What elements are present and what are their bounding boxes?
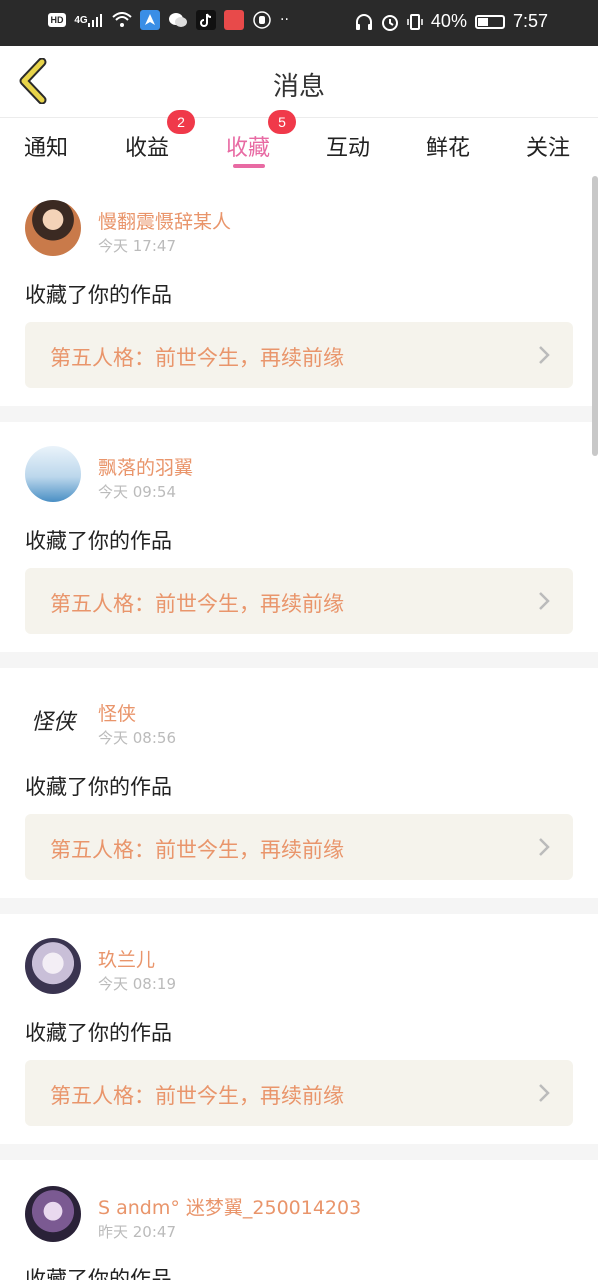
message-card: 飘落的羽翼 今天 09:54 收藏了你的作品 第五人格：前世今生，再续前缘 (0, 422, 598, 652)
username-link[interactable]: 玖兰儿 (98, 945, 155, 972)
chevron-right-icon (539, 1084, 550, 1102)
unread-badge: 2 (167, 110, 196, 134)
hd-icon: HD (48, 13, 66, 27)
tab-label: 通知 (24, 136, 69, 161)
avatar[interactable] (25, 200, 81, 256)
tab-flowers[interactable]: 鲜花 (426, 130, 470, 162)
alarm-icon (381, 14, 398, 31)
action-text: 收藏了你的作品 (25, 529, 172, 553)
tab-label: 互动 (326, 136, 371, 161)
browser-icon (140, 10, 160, 30)
message-card: 玖兰儿 今天 08:19 收藏了你的作品 第五人格：前世今生，再续前缘 (0, 914, 598, 1144)
wifi-icon (112, 10, 132, 30)
network-type: 4G (74, 14, 88, 26)
status-right: 40% 7:57 (355, 11, 548, 32)
avatar[interactable] (25, 938, 81, 994)
work-title: 第五人格：前世今生，再续前缘 (50, 838, 344, 862)
hand-icon (252, 10, 272, 30)
battery-icon (474, 14, 505, 29)
action-text: 收藏了你的作品 (25, 1267, 172, 1280)
tab-label: 收藏 (226, 136, 271, 161)
clock: 7:57 (512, 11, 548, 31)
avatar-calligraphy: 怪侠 (30, 710, 75, 735)
card-divider (0, 406, 598, 422)
avatar[interactable]: 怪侠 (25, 692, 81, 748)
tab-bar: 通知 收益 2 收藏 5 互动 鲜花 关注 (0, 110, 598, 174)
wechat-icon (168, 10, 188, 30)
work-title: 第五人格：前世今生，再续前缘 (50, 346, 344, 370)
username-link[interactable]: 慢翻震慑辞某人 (98, 207, 231, 234)
status-bar: HD 4G ·· 40% 7:57 (0, 0, 598, 46)
work-title: 第五人格：前世今生，再续前缘 (50, 1084, 344, 1108)
message-card: 慢翻震慑辞某人 今天 17:47 收藏了你的作品 第五人格：前世今生，再续前缘 (0, 176, 598, 406)
timestamp: 今天 08:19 (98, 975, 176, 993)
action-text: 收藏了你的作品 (25, 283, 172, 307)
unread-badge: 5 (268, 110, 297, 134)
avatar[interactable] (25, 1186, 81, 1242)
tab-label: 关注 (526, 136, 571, 161)
work-link[interactable]: 第五人格：前世今生，再续前缘 (25, 322, 573, 388)
scrollbar[interactable] (592, 176, 598, 456)
headphone-icon (355, 13, 372, 30)
avatar[interactable] (25, 446, 81, 502)
work-link[interactable]: 第五人格：前世今生，再续前缘 (25, 568, 573, 634)
card-divider (0, 652, 598, 668)
action-text: 收藏了你的作品 (25, 775, 172, 799)
page-title: 消息 (272, 72, 325, 102)
timestamp: 今天 08:56 (98, 729, 176, 747)
tab-label: 收益 (125, 136, 170, 161)
message-card: 怪侠 怪侠 今天 08:56 收藏了你的作品 第五人格：前世今生，再续前缘 (0, 668, 598, 898)
timestamp: 今天 09:54 (98, 483, 176, 501)
work-link[interactable]: 第五人格：前世今生，再续前缘 (25, 1060, 573, 1126)
vibrate-icon (407, 13, 423, 30)
card-divider (0, 898, 598, 914)
chevron-right-icon (539, 592, 550, 610)
tab-interactions[interactable]: 互动 (326, 130, 370, 162)
battery-level (477, 17, 489, 26)
username-link[interactable]: 怪侠 (98, 699, 136, 726)
tab-label: 鲜花 (426, 136, 471, 161)
action-text: 收藏了你的作品 (25, 1021, 172, 1045)
more-dots-icon: ·· (280, 12, 289, 28)
chevron-right-icon (539, 838, 550, 856)
app-red-icon (224, 10, 244, 30)
chevron-right-icon (539, 346, 550, 364)
work-title: 第五人格：前世今生，再续前缘 (50, 592, 344, 616)
battery-percent: 40% (430, 11, 467, 31)
timestamp: 今天 17:47 (98, 237, 176, 255)
status-left: HD 4G ·· (48, 10, 289, 30)
message-card: S andm° 迷梦翼_250014203 昨天 20:47 收藏了你的作品 (0, 1160, 598, 1280)
app-header: 消息 (0, 46, 598, 118)
username-link[interactable]: S andm° 迷梦翼_250014203 (98, 1193, 361, 1220)
username-link[interactable]: 飘落的羽翼 (98, 453, 193, 480)
work-link[interactable]: 第五人格：前世今生，再续前缘 (25, 814, 573, 880)
tiktok-icon (196, 10, 216, 30)
tab-earnings[interactable]: 收益 2 (125, 110, 196, 162)
tab-favorites[interactable]: 收藏 5 (226, 110, 297, 162)
tab-notifications[interactable]: 通知 (24, 130, 68, 162)
timestamp: 昨天 20:47 (98, 1223, 176, 1241)
card-divider (0, 1144, 598, 1160)
active-tab-indicator (233, 164, 265, 168)
tab-follows[interactable]: 关注 (526, 130, 570, 162)
signal-icon: 4G (74, 10, 104, 30)
